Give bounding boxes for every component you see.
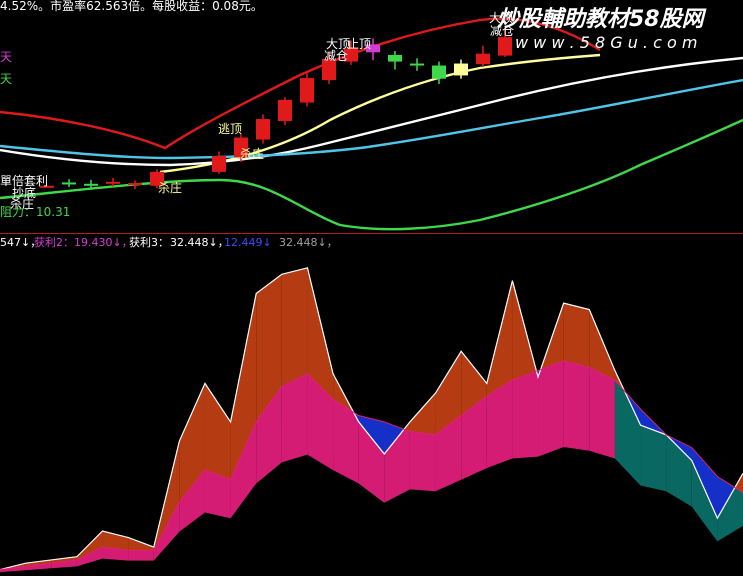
area-band	[563, 303, 590, 368]
area-base	[589, 367, 615, 459]
stock-chart: 4.52%。市盈率62.563倍。每股收益：0.08元。 大顶减仓止顶大顶减仓逃…	[0, 0, 743, 576]
resistance-label: 阻力：10.31	[0, 205, 70, 219]
area-base	[128, 550, 154, 561]
watermark-url: w w w . 5 8 G u . c o m	[515, 33, 697, 52]
candle-label: 逃顶	[218, 122, 242, 136]
candle-body	[278, 99, 292, 122]
candle-body	[454, 63, 468, 76]
candle-body	[62, 182, 76, 185]
candle-body	[388, 54, 402, 62]
candle-body	[476, 53, 490, 65]
area-base	[563, 360, 590, 451]
legend-k3-label: 获利3：	[129, 236, 169, 249]
legend-k2-value: 19.430↓，	[74, 236, 133, 249]
candle-body	[410, 63, 424, 66]
left-label-chaodi: 抄底	[12, 185, 36, 200]
candle-label: 杀庄	[158, 180, 182, 195]
candle-label: 减仓	[324, 49, 348, 63]
legend-k5-value: 32.448↓，	[279, 236, 338, 249]
legend-k2-label: 获利2：	[34, 236, 74, 249]
candle-body	[106, 181, 120, 184]
candle-label: 止顶	[347, 37, 371, 51]
legend-k4-value: 12.449↓	[224, 236, 272, 249]
candle-body	[212, 156, 226, 172]
area-base	[538, 360, 564, 457]
watermark-text: 炒股輔助教材58股网	[497, 7, 707, 32]
left-label-tian-1: 天	[0, 50, 12, 64]
candle-body	[498, 37, 512, 56]
candle-body	[256, 119, 270, 140]
left-label-tian-2: 天	[0, 72, 12, 86]
candle	[278, 97, 292, 125]
area-band	[281, 267, 308, 387]
candle-body	[300, 78, 314, 103]
header-text: 4.52%。市盈率62.563倍。每股收益：0.08元。	[0, 0, 263, 13]
candle-body	[84, 183, 98, 186]
candle-body	[128, 183, 142, 186]
candle-label: 杀庄	[240, 146, 264, 161]
area-base	[409, 431, 436, 492]
area-base	[281, 373, 308, 463]
candle-body	[432, 65, 446, 79]
area-base	[512, 370, 539, 459]
legend-k3-value: 32.448↓，	[170, 236, 229, 249]
